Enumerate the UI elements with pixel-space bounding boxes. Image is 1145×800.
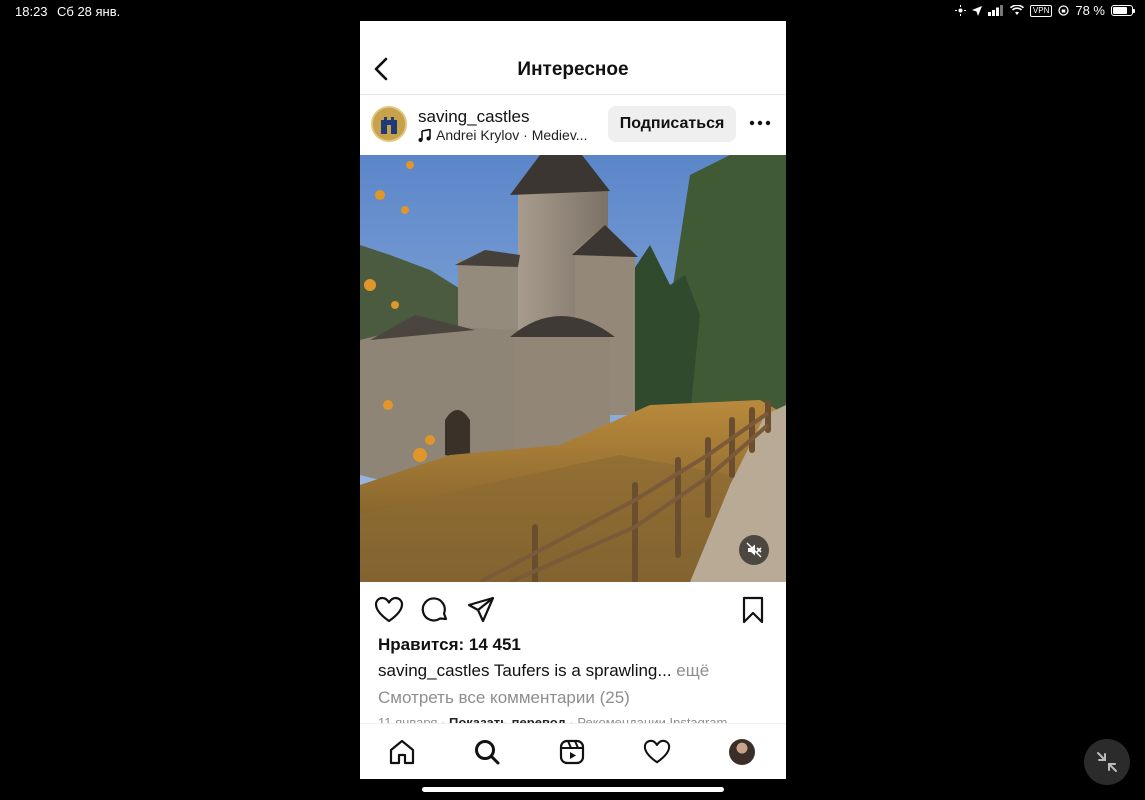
more-options-icon[interactable] (748, 113, 772, 133)
caption-username[interactable]: saving_castles (378, 661, 490, 680)
speaker-muted-icon (746, 542, 762, 558)
post-header: saving_castles Andrei Krylov · Mediev...… (360, 95, 786, 155)
page-title: Интересное (517, 59, 629, 80)
bottom-tab-bar (360, 723, 786, 779)
status-date: Сб 28 янв. (57, 4, 121, 19)
exit-fullscreen-button[interactable] (1084, 739, 1130, 785)
battery-icon (1111, 5, 1135, 16)
post-username[interactable]: saving_castles (418, 107, 530, 127)
tab-profile[interactable] (727, 737, 757, 767)
status-time: 18:23 (15, 4, 48, 19)
home-indicator[interactable] (422, 787, 724, 792)
tab-reels[interactable] (557, 737, 587, 767)
post-caption: saving_castles Taufers is a sprawling...… (378, 661, 709, 681)
battery-percent: 78 % (1075, 3, 1105, 18)
mute-button[interactable] (739, 535, 769, 565)
caption-text: Taufers is a sprawling... (489, 661, 672, 680)
bookmark-icon[interactable] (738, 595, 768, 625)
app-window: Интересное saving_castles Andrei Krylov … (360, 21, 786, 779)
share-send-icon[interactable] (466, 595, 496, 625)
profile-avatar (729, 739, 755, 765)
castle-photo (360, 155, 786, 582)
post-media[interactable] (360, 155, 786, 582)
home-icon (389, 739, 415, 765)
follow-button[interactable]: Подписаться (608, 106, 736, 142)
view-comments-link[interactable]: Смотреть все комментарии (25) (378, 688, 630, 708)
tab-search[interactable] (472, 737, 502, 767)
status-bar: 18:23 Сб 28 янв. VPN 78 % (0, 0, 1145, 22)
post-actions (360, 582, 786, 638)
audio-track[interactable]: Andrei Krylov · Mediev... (418, 127, 598, 143)
audio-label: Andrei Krylov · Mediev... (436, 127, 588, 143)
signal-icon (987, 5, 1003, 16)
caption-more-link[interactable]: ещё (672, 661, 709, 680)
brightness-icon (954, 5, 966, 16)
tab-home[interactable] (387, 737, 417, 767)
likes-count[interactable]: Нравится: 14 451 (378, 635, 521, 655)
nav-header: Интересное (360, 21, 786, 95)
reels-icon (559, 739, 585, 765)
lock-rotation-icon (1058, 5, 1070, 16)
castle-logo-icon (373, 108, 405, 140)
heart-icon (643, 739, 671, 764)
minimize-arrows-icon (1097, 752, 1117, 772)
like-heart-icon[interactable] (374, 595, 404, 625)
location-icon (971, 5, 982, 16)
comment-icon[interactable] (420, 595, 450, 625)
status-icons: VPN 78 % (954, 3, 1135, 18)
tab-activity[interactable] (642, 737, 672, 767)
vpn-badge: VPN (1029, 4, 1053, 17)
account-avatar[interactable] (371, 106, 407, 142)
music-note-icon (418, 128, 431, 142)
battery-fill (1113, 7, 1128, 14)
search-icon (475, 740, 500, 765)
wifi-icon (1009, 5, 1024, 15)
